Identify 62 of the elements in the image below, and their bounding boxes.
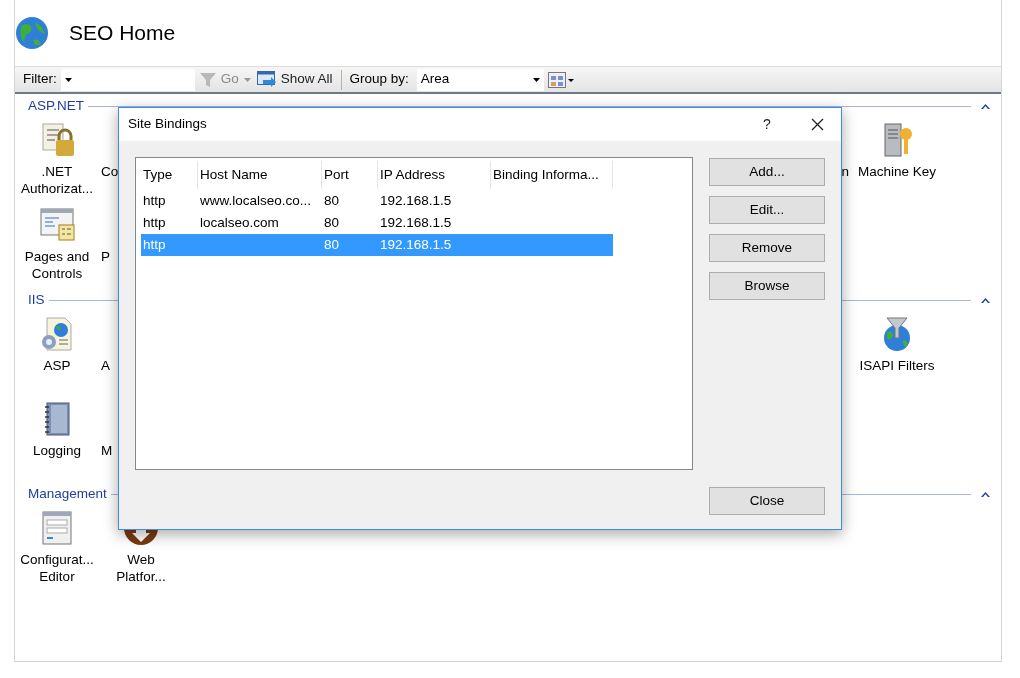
feature-label[interactable]: .NET Authorizat... (17, 164, 97, 197)
filter-field[interactable] (60, 68, 195, 91)
feature-label[interactable]: Pages and Controls (17, 249, 97, 282)
document-globe-icon (39, 316, 75, 352)
section-title: Management (28, 484, 107, 503)
lock-icon (39, 122, 75, 158)
table-cell: 80 (324, 192, 340, 208)
table-cell: 192.168.1.5 (380, 192, 452, 208)
table-cell: www.localseo.co... (200, 192, 312, 208)
dialog-title: Site Bindings (128, 115, 208, 134)
column-header[interactable]: Port (322, 161, 378, 189)
feature-label: n (841, 164, 849, 179)
help-button[interactable]: ? (757, 114, 777, 135)
table-cell: 192.168.1.5 (380, 214, 452, 230)
feature-label[interactable]: ISAPI Filters (857, 358, 937, 375)
column-header[interactable]: Binding Informa... (491, 161, 613, 189)
feature-label: M (101, 443, 113, 458)
table-cell: 80 (324, 214, 340, 230)
table-row[interactable]: http www.localseo.co... 80 192.168.1.5 (141, 190, 613, 212)
feature-label: Co (101, 164, 119, 179)
filter-label: Filter: (23, 70, 57, 89)
close-dialog-button[interactable]: Close (709, 487, 825, 515)
window-icon (256, 71, 277, 88)
globe-icon (15, 16, 49, 50)
close-icon (810, 118, 824, 131)
table-cell: localseo.com (200, 214, 279, 230)
column-header[interactable]: Host Name (198, 161, 322, 189)
feature-label: A (101, 358, 110, 373)
page-title: SEO Home (69, 20, 176, 47)
form-window-icon (39, 510, 75, 546)
dropdown-arrow-icon (532, 77, 540, 82)
collapse-icon[interactable] (980, 491, 990, 497)
section-title: ASP.NET (28, 96, 85, 115)
table-cell: http (143, 192, 166, 208)
collapse-icon[interactable] (980, 103, 990, 109)
funnel-icon (198, 71, 217, 88)
dialog-button[interactable]: Browse (709, 272, 825, 300)
column-header[interactable]: IP Address (378, 161, 491, 189)
table-cell: 80 (324, 236, 340, 252)
form-window-icon (39, 207, 75, 243)
feature-label[interactable]: Web Platfor... (101, 552, 181, 585)
table-cell: http (143, 236, 166, 252)
show-all-button[interactable]: Show All (256, 69, 333, 90)
feature-label[interactable]: Configurat... Editor (17, 552, 97, 585)
table-row[interactable]: http localseo.com 80 192.168.1.5 (141, 212, 613, 234)
feature-label[interactable]: ASP (17, 358, 97, 375)
collapse-icon[interactable] (980, 297, 990, 303)
dropdown-arrow-icon (242, 77, 253, 82)
feature-label[interactable]: Machine Key (857, 164, 937, 181)
group-by-field[interactable]: Area (416, 68, 544, 91)
feature-label[interactable]: Logging (17, 443, 97, 460)
feature-label: P (101, 249, 110, 264)
view-menu-icon[interactable] (547, 71, 574, 88)
group-by-label: Group by: (349, 70, 409, 89)
dialog-button[interactable]: Add... (709, 158, 825, 186)
column-header[interactable]: Type (141, 161, 198, 189)
dialog-button[interactable]: Edit... (709, 196, 825, 224)
table-cell: 192.168.1.5 (380, 236, 452, 252)
dropdown-arrow-icon (64, 77, 72, 82)
section-title: IIS (28, 290, 45, 309)
table-cell: http (143, 214, 166, 230)
dialog-button[interactable]: Remove (709, 234, 825, 262)
